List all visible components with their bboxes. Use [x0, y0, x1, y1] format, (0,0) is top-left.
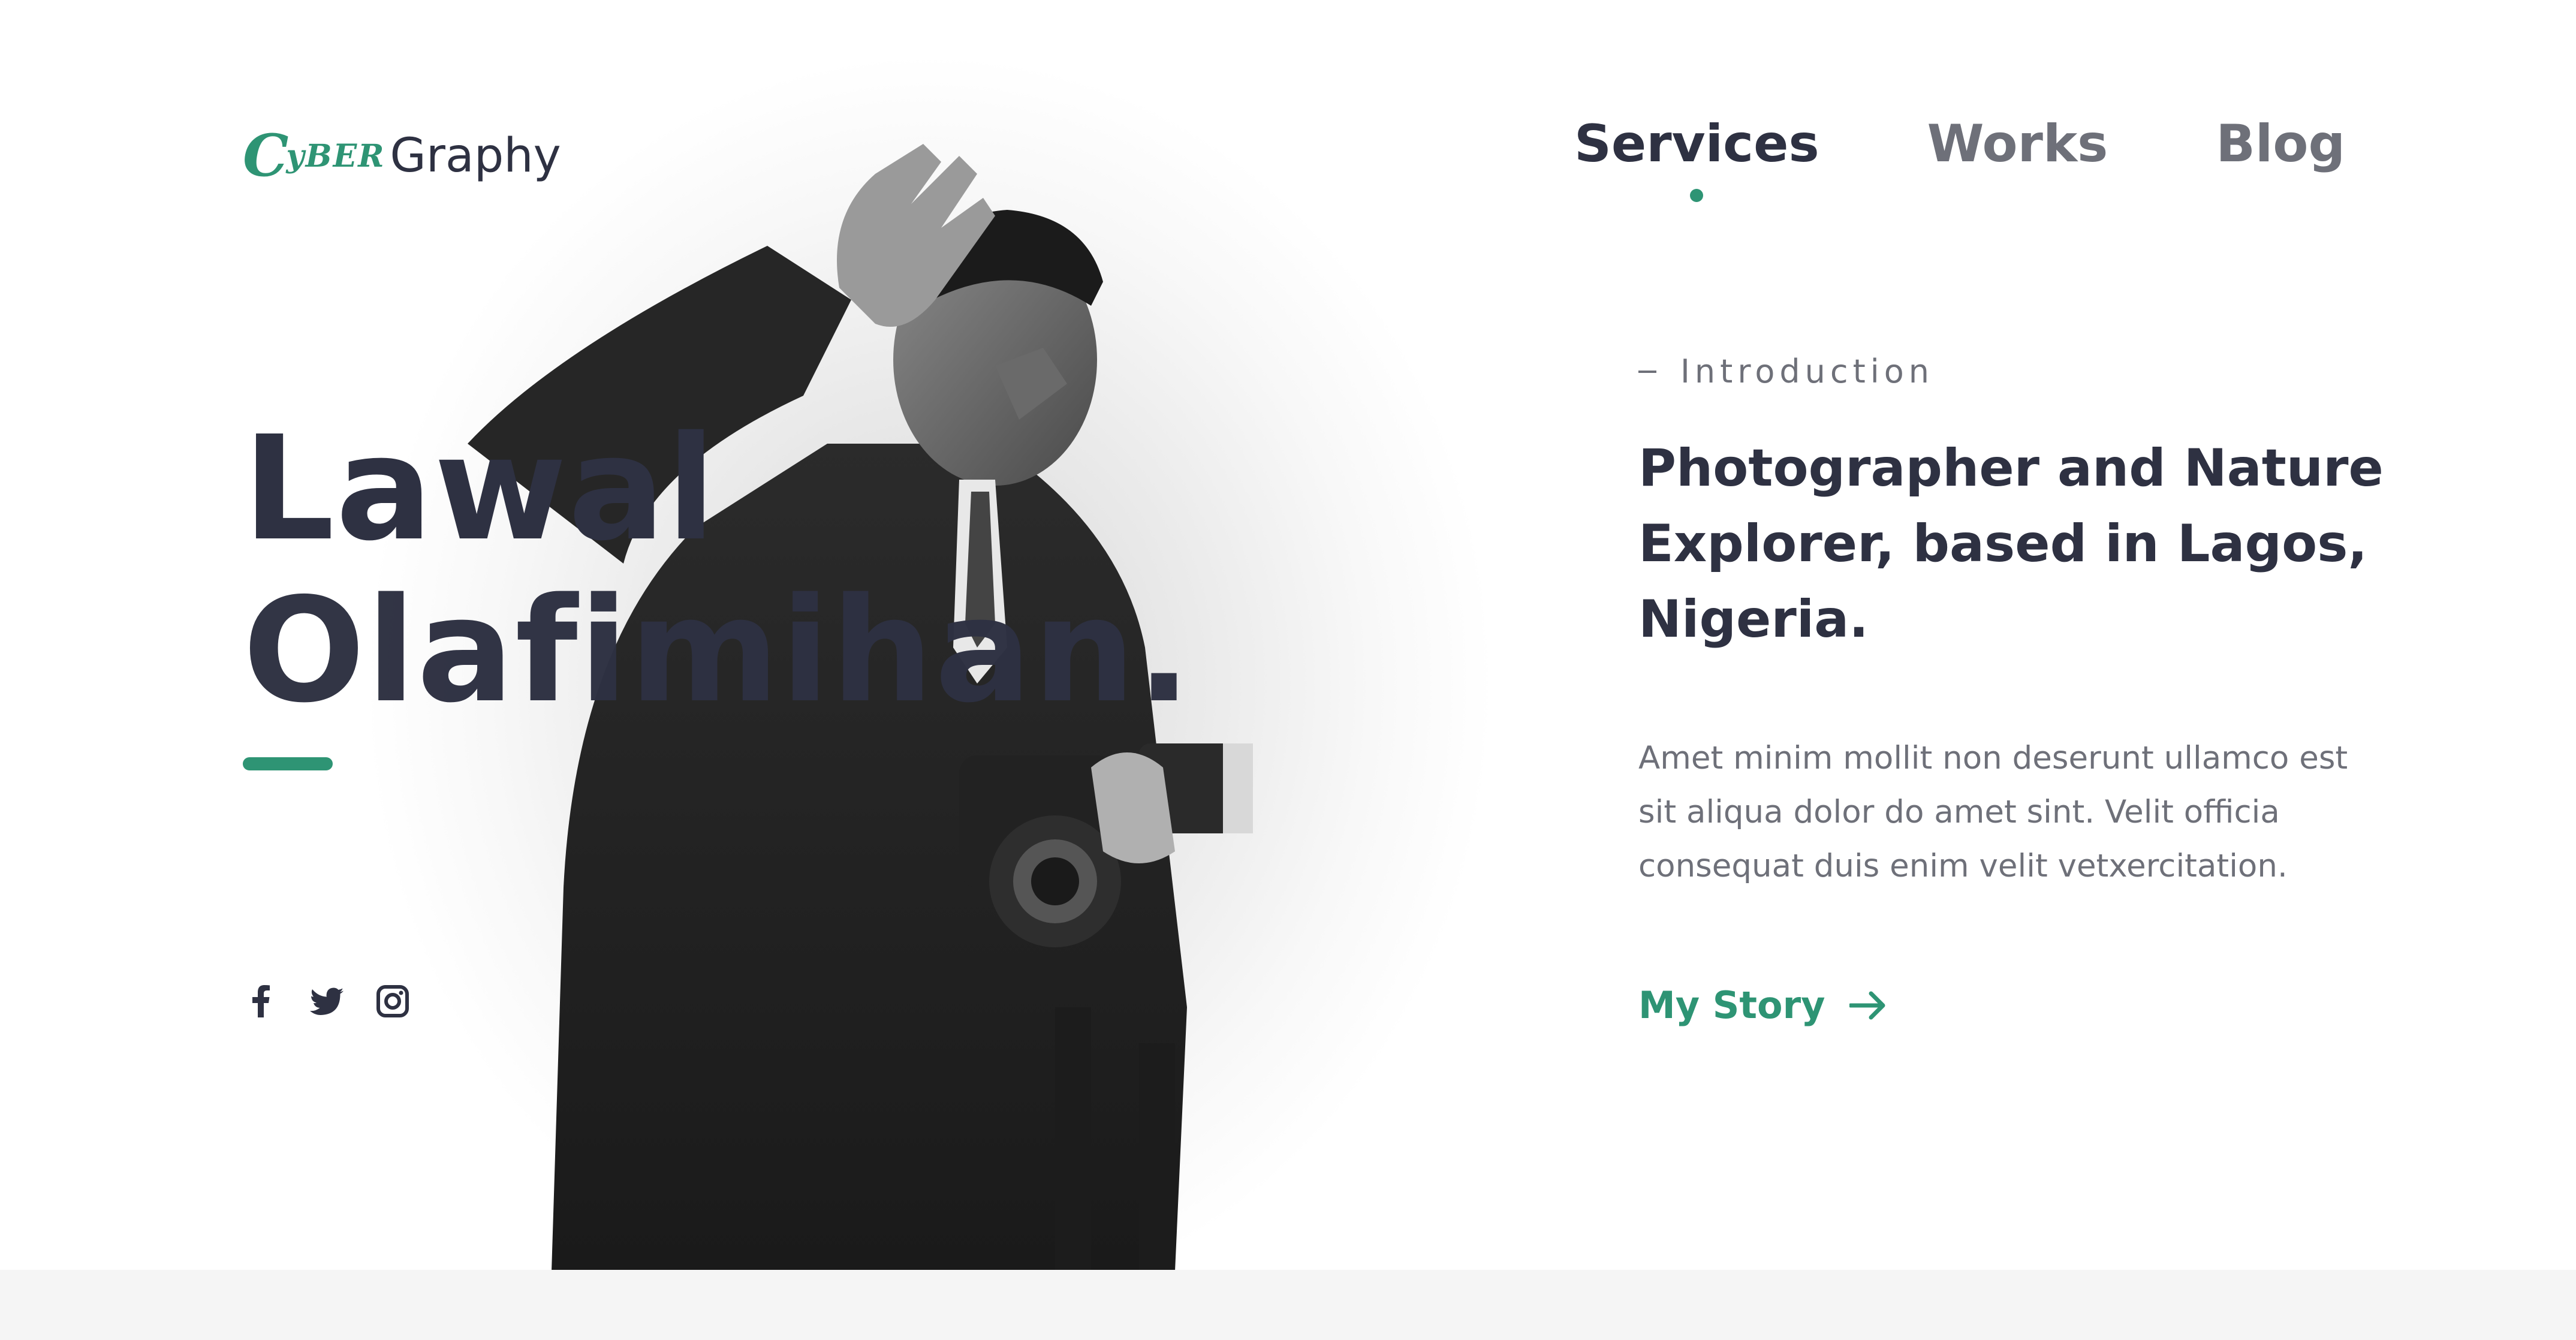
- nav-item-works[interactable]: Works: [1927, 114, 2108, 174]
- nav-item-services[interactable]: Services: [1574, 114, 1819, 202]
- facebook-icon[interactable]: [243, 983, 279, 1019]
- footer-band: [0, 1270, 2576, 1340]
- intro-dash: [1638, 370, 1656, 373]
- arrow-right-icon: [1849, 991, 1885, 1019]
- my-story-label: My Story: [1638, 983, 1825, 1027]
- hero-name: Lawal Olafimihan.: [243, 408, 1192, 731]
- main-nav: Services Works Blog: [1574, 114, 2345, 202]
- logo-mark: C: [243, 122, 289, 189]
- nav-label-services: Services: [1574, 114, 1819, 174]
- my-story-link[interactable]: My Story: [1638, 983, 1887, 1027]
- nav-label-works: Works: [1927, 114, 2108, 174]
- hero-name-first: Lawal: [243, 405, 717, 573]
- logo-accent: yBER: [286, 137, 385, 174]
- intro-body: Amet minim mollit non deserunt ullamco e…: [1638, 740, 2348, 884]
- logo-wordmark: Graphy: [390, 129, 561, 183]
- hero-name-last: Olafimihan.: [243, 567, 1193, 734]
- tagline: Photographer and Nature Explorer, based …: [1638, 438, 2384, 649]
- active-indicator-dot: [1690, 189, 1704, 202]
- intro-label: Introduction: [1638, 353, 1934, 390]
- intro-label-text: Introduction: [1680, 353, 1935, 390]
- social-links: [243, 983, 411, 1019]
- twitter-icon[interactable]: [309, 983, 345, 1019]
- headline-underline: [243, 757, 333, 770]
- nav-label-blog: Blog: [2216, 114, 2345, 174]
- nav-item-blog[interactable]: Blog: [2216, 114, 2345, 174]
- logo[interactable]: C yBER Graphy: [243, 111, 561, 201]
- instagram-icon[interactable]: [375, 983, 411, 1019]
- page: C yBER Graphy Services Works Blog Lawal …: [0, 0, 2576, 1340]
